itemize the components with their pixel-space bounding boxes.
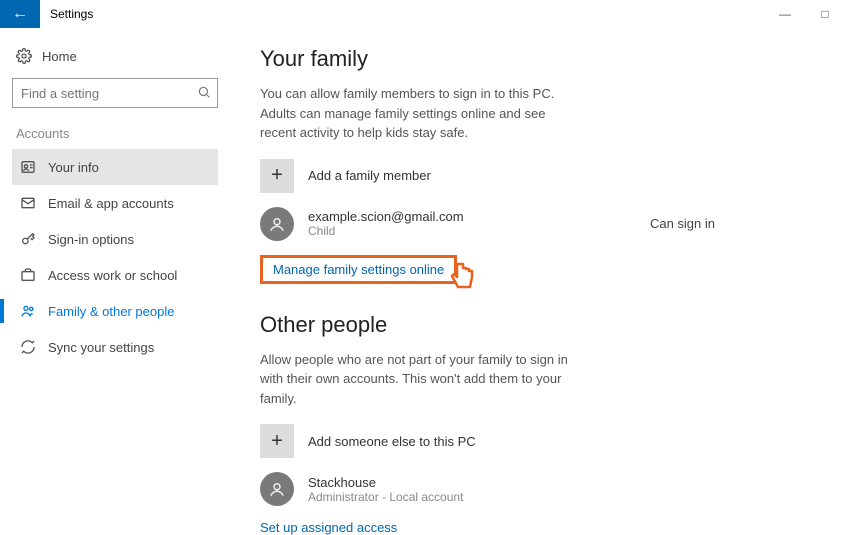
nav-list: Your info Email & app accounts Sign-in o… xyxy=(12,149,218,365)
back-arrow-icon: ← xyxy=(12,5,28,23)
add-other-person-button[interactable]: + Add someone else to this PC xyxy=(260,424,805,458)
other-member-row[interactable]: Stackhouse Administrator - Local account xyxy=(260,472,805,506)
title-bar: ← Settings ― □ xyxy=(0,0,845,28)
avatar-icon xyxy=(260,207,294,241)
your-info-icon xyxy=(20,159,36,175)
member-info: Stackhouse Administrator - Local account xyxy=(308,475,463,504)
search-input[interactable] xyxy=(21,86,197,101)
nav-label: Email & app accounts xyxy=(48,196,174,211)
window-controls: ― □ xyxy=(765,0,845,28)
plus-icon: + xyxy=(260,159,294,193)
nav-sync-settings[interactable]: Sync your settings xyxy=(12,329,218,365)
nav-label: Sync your settings xyxy=(48,340,154,355)
add-family-label: Add a family member xyxy=(308,168,431,183)
home-button[interactable]: Home xyxy=(12,42,218,78)
member-role: Child xyxy=(308,224,464,238)
key-icon xyxy=(20,231,36,247)
nav-signin-options[interactable]: Sign-in options xyxy=(12,221,218,257)
other-member-name: Stackhouse xyxy=(308,475,463,490)
cursor-hand-icon xyxy=(448,259,478,293)
search-icon xyxy=(197,85,211,102)
sync-icon xyxy=(20,339,36,355)
briefcase-icon xyxy=(20,267,36,283)
nav-email-accounts[interactable]: Email & app accounts xyxy=(12,185,218,221)
nav-label: Sign-in options xyxy=(48,232,134,247)
member-status: Can sign in xyxy=(650,216,715,231)
search-box[interactable] xyxy=(12,78,218,108)
other-heading: Other people xyxy=(260,312,805,338)
plus-icon: + xyxy=(260,424,294,458)
window-title: Settings xyxy=(40,7,93,21)
assigned-access-link[interactable]: Set up assigned access xyxy=(260,520,397,535)
people-icon xyxy=(20,303,36,319)
avatar-icon xyxy=(260,472,294,506)
back-button[interactable]: ← xyxy=(0,0,40,28)
nav-your-info[interactable]: Your info xyxy=(12,149,218,185)
family-heading: Your family xyxy=(260,46,805,72)
nav-family-other[interactable]: Family & other people xyxy=(12,293,218,329)
main-content: Your family You can allow family members… xyxy=(230,28,845,535)
gear-icon xyxy=(16,48,32,64)
family-description: You can allow family members to sign in … xyxy=(260,84,580,143)
home-label: Home xyxy=(42,49,77,64)
add-family-member-button[interactable]: + Add a family member xyxy=(260,159,805,193)
add-other-label: Add someone else to this PC xyxy=(308,434,476,449)
family-member-row[interactable]: example.scion@gmail.com Child Can sign i… xyxy=(260,207,805,241)
sidebar: Home Accounts Your info Email & app acco… xyxy=(0,28,230,535)
nav-label: Family & other people xyxy=(48,304,174,319)
highlight-box: Manage family settings online xyxy=(260,255,457,284)
member-email: example.scion@gmail.com xyxy=(308,209,464,224)
nav-label: Your info xyxy=(48,160,99,175)
member-info: example.scion@gmail.com Child xyxy=(308,209,464,238)
nav-label: Access work or school xyxy=(48,268,177,283)
minimize-button[interactable]: ― xyxy=(765,0,805,28)
email-icon xyxy=(20,195,36,211)
maximize-button[interactable]: □ xyxy=(805,0,845,28)
other-description: Allow people who are not part of your fa… xyxy=(260,350,580,409)
manage-family-link[interactable]: Manage family settings online xyxy=(273,262,444,277)
other-member-role: Administrator - Local account xyxy=(308,490,463,504)
nav-access-work[interactable]: Access work or school xyxy=(12,257,218,293)
category-header: Accounts xyxy=(12,124,218,149)
